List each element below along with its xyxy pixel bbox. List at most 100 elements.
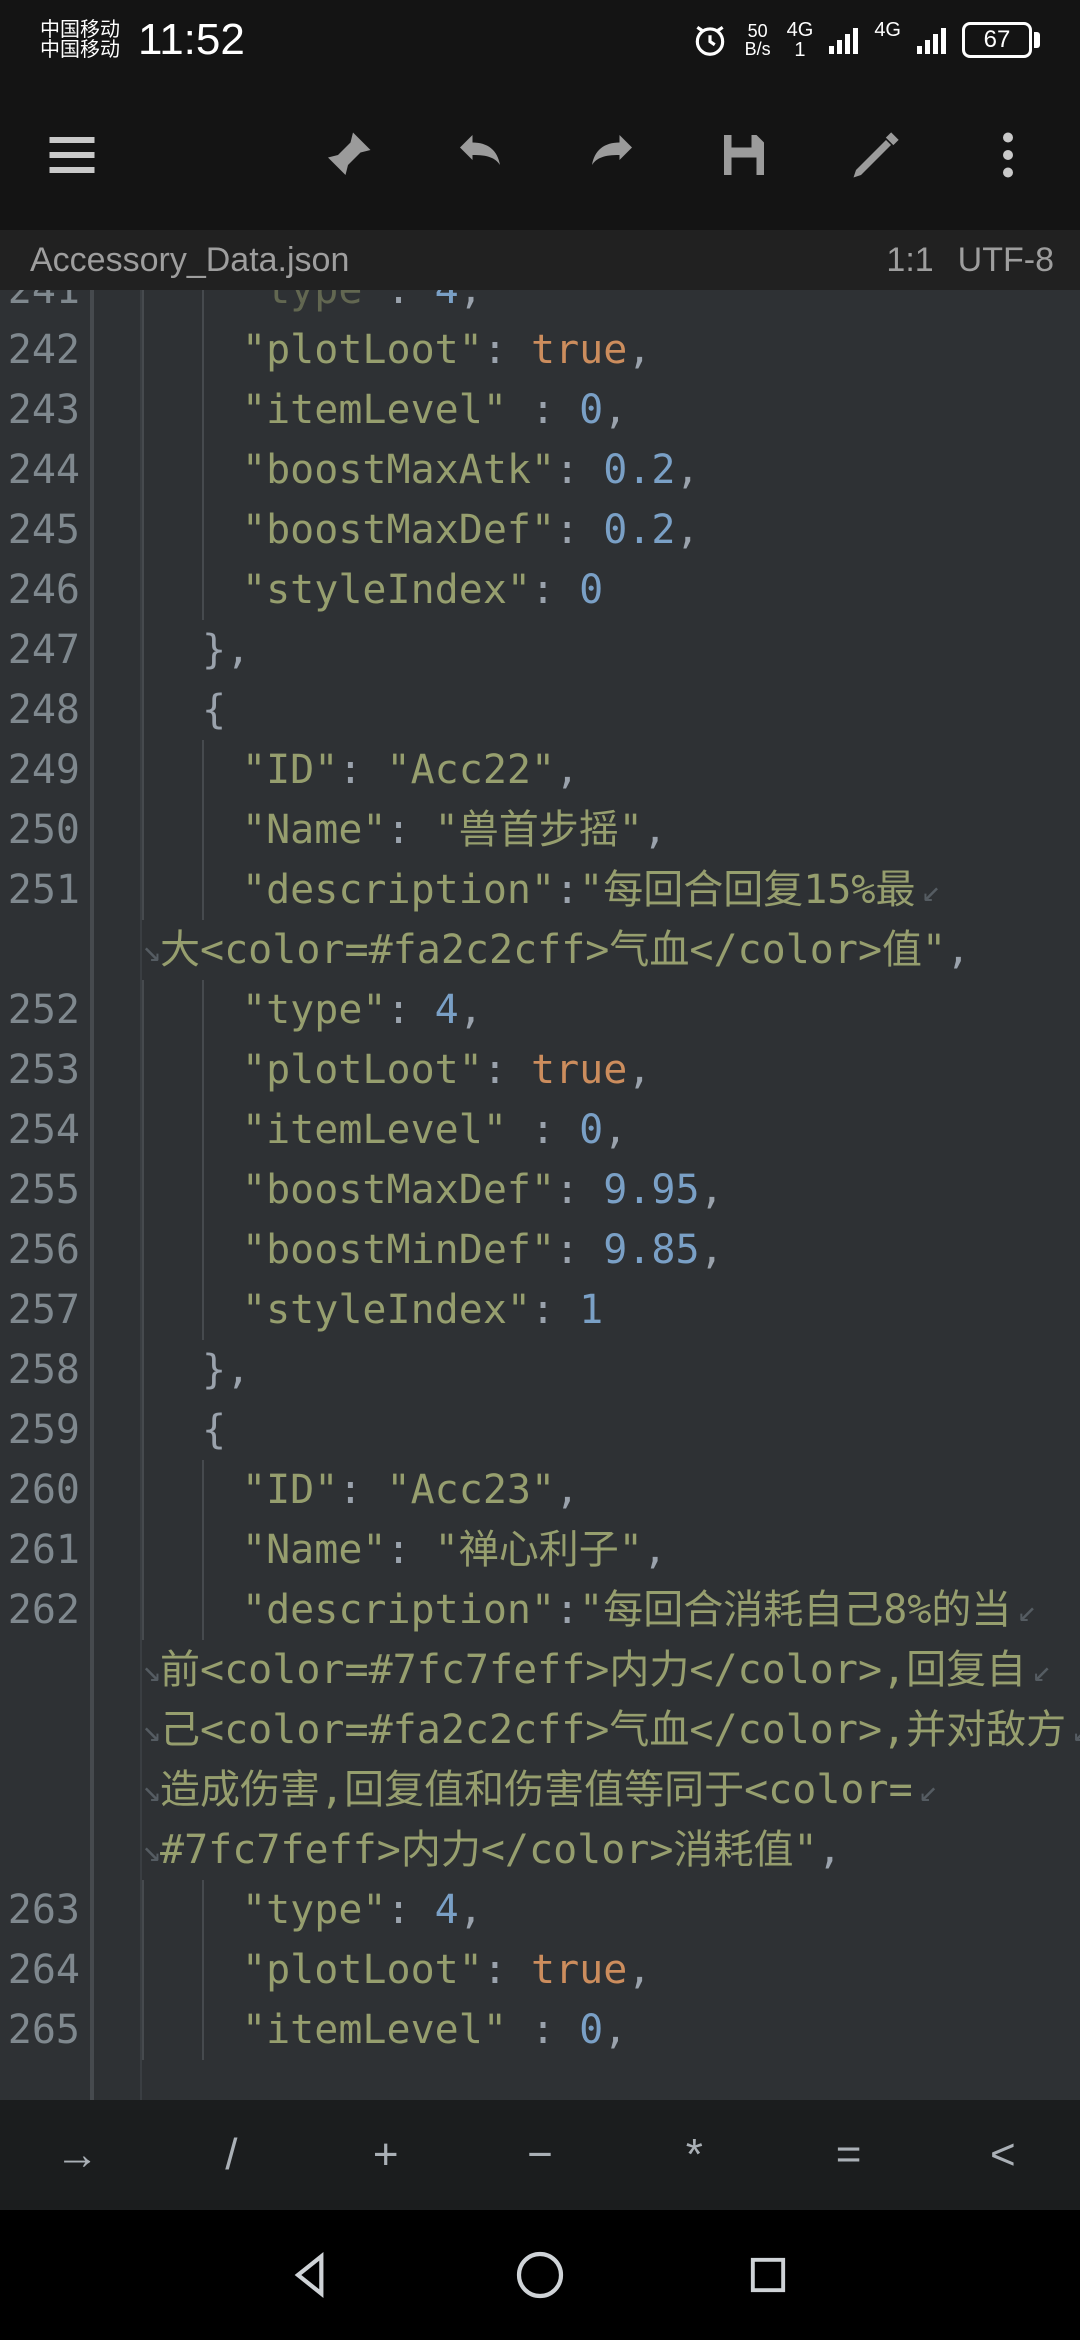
- code-line[interactable]: ↘前<color=#7fc7feff>内力</color>,回复自↙: [142, 1640, 1080, 1700]
- code-line[interactable]: "type": 4,: [142, 1880, 1080, 1940]
- code-line[interactable]: "itemLevel" : 0,: [142, 380, 1080, 440]
- battery-icon: 67: [962, 22, 1040, 58]
- symbol-slash[interactable]: /: [154, 2130, 308, 2180]
- line-number: 256: [0, 1220, 90, 1280]
- edit-button[interactable]: [840, 119, 912, 191]
- android-nav-bar: [0, 2210, 1080, 2340]
- code-line[interactable]: "boostMinDef": 9.85,: [142, 1220, 1080, 1280]
- line-number: 249: [0, 740, 90, 800]
- code-editor[interactable]: 2412422432442452462472482492502512522532…: [0, 290, 1080, 2100]
- code-line[interactable]: },: [142, 620, 1080, 680]
- net-speed-unit: B/s: [745, 40, 771, 58]
- nav-recent-button[interactable]: [732, 2239, 804, 2311]
- code-line[interactable]: "ID": "Acc22",: [142, 740, 1080, 800]
- line-number: 250: [0, 800, 90, 860]
- line-number: 264: [0, 1940, 90, 2000]
- line-number: 245: [0, 500, 90, 560]
- symbol-tab[interactable]: →: [0, 2130, 154, 2180]
- line-number: [0, 1700, 90, 1760]
- net-speed: 50 B/s: [745, 22, 771, 58]
- line-number: 261: [0, 1520, 90, 1580]
- code-line[interactable]: "boostMaxAtk": 0.2,: [142, 440, 1080, 500]
- status-bar: 中国移动 中国移动 11:52 50 B/s 4G 1 4G . 67: [0, 0, 1080, 80]
- line-number: 263: [0, 1880, 90, 1940]
- encoding-label: UTF-8: [958, 241, 1054, 280]
- code-line[interactable]: "ID": "Acc23",: [142, 1460, 1080, 1520]
- line-number: 243: [0, 380, 90, 440]
- line-number: [0, 1760, 90, 1820]
- code-line[interactable]: "styleIndex": 1: [142, 1280, 1080, 1340]
- net2-gen: 4G: [874, 20, 901, 40]
- code-line[interactable]: ↘己<color=#fa2c2cff>气血</color>,并对敌方↙: [142, 1700, 1080, 1760]
- save-button[interactable]: [708, 119, 780, 191]
- symbol-lt[interactable]: <: [926, 2130, 1080, 2180]
- line-number: 244: [0, 440, 90, 500]
- code-line[interactable]: "plotLoot": true,: [142, 1940, 1080, 2000]
- pin-button[interactable]: [312, 119, 384, 191]
- carrier-2: 中国移动: [40, 40, 120, 60]
- symbol-star[interactable]: *: [617, 2130, 771, 2180]
- symbol-plus[interactable]: +: [309, 2130, 463, 2180]
- status-right: 50 B/s 4G 1 4G . 67: [691, 20, 1040, 60]
- line-number: [0, 920, 90, 980]
- line-number: 242: [0, 320, 90, 380]
- cursor-position: 1:1: [886, 241, 933, 280]
- code-line[interactable]: "boostMaxDef": 0.2,: [142, 500, 1080, 560]
- line-number: [0, 1640, 90, 1700]
- code-line[interactable]: "plotLoot": true,: [142, 1040, 1080, 1100]
- symbol-equals[interactable]: =: [771, 2130, 925, 2180]
- code-line[interactable]: "itemLevel" : 0,: [142, 1100, 1080, 1160]
- code-line[interactable]: ↘大<color=#fa2c2cff>气血</color>值",: [142, 920, 1080, 980]
- net1-sub: 1: [794, 40, 805, 60]
- alarm-icon: [691, 21, 729, 59]
- line-number: 246: [0, 560, 90, 620]
- code-line[interactable]: "description":"每回合消耗自己8%的当↙: [142, 1580, 1080, 1640]
- symbol-shortcut-row: → / + − * = <: [0, 2100, 1080, 2210]
- net1-gen: 4G: [787, 20, 814, 40]
- line-number: 253: [0, 1040, 90, 1100]
- symbol-minus[interactable]: −: [463, 2130, 617, 2180]
- code-line[interactable]: "description":"每回合回复15%最↙: [142, 860, 1080, 920]
- net-speed-value: 50: [748, 22, 768, 40]
- code-line[interactable]: },: [142, 1340, 1080, 1400]
- code-line[interactable]: "boostMaxDef": 9.95,: [142, 1160, 1080, 1220]
- line-number: 258: [0, 1340, 90, 1400]
- undo-button[interactable]: [444, 119, 516, 191]
- code-line[interactable]: {: [142, 680, 1080, 740]
- fold-strip: [94, 290, 142, 2100]
- clock: 11:52: [138, 15, 245, 65]
- net-indicator-1: 4G 1: [787, 20, 814, 60]
- filename-label: Accessory_Data.json: [30, 241, 349, 280]
- line-number: 257: [0, 1280, 90, 1340]
- code-line[interactable]: ↘造成伤害,回复值和伤害值等同于<color=↙: [142, 1760, 1080, 1820]
- code-area[interactable]: "type": 4,"plotLoot": true,"itemLevel" :…: [142, 290, 1080, 2100]
- app-toolbar: [0, 80, 1080, 230]
- signal-bars-1: [829, 26, 858, 54]
- line-number: 259: [0, 1400, 90, 1460]
- line-number: [0, 1820, 90, 1880]
- code-line[interactable]: "itemLevel" : 0,: [142, 2000, 1080, 2060]
- status-left: 中国移动 中国移动 11:52: [40, 15, 245, 65]
- overflow-button[interactable]: [972, 119, 1044, 191]
- code-line[interactable]: {: [142, 1400, 1080, 1460]
- redo-button[interactable]: [576, 119, 648, 191]
- nav-back-button[interactable]: [276, 2239, 348, 2311]
- menu-button[interactable]: [36, 119, 108, 191]
- code-line[interactable]: "plotLoot": true,: [142, 320, 1080, 380]
- net-indicator-2: 4G .: [874, 20, 901, 60]
- line-number-gutter: 2412422432442452462472482492502512522532…: [0, 290, 94, 2100]
- signal-bars-2: [917, 26, 946, 54]
- battery-pct: 67: [984, 26, 1011, 54]
- code-line[interactable]: ↘#7fc7feff>内力</color>消耗值",: [142, 1820, 1080, 1880]
- carrier-1: 中国移动: [40, 20, 120, 40]
- line-number: 262: [0, 1580, 90, 1640]
- carrier-labels: 中国移动 中国移动: [40, 20, 120, 60]
- nav-home-button[interactable]: [504, 2239, 576, 2311]
- code-line[interactable]: "styleIndex": 0: [142, 560, 1080, 620]
- line-number: 254: [0, 1100, 90, 1160]
- code-line[interactable]: "Name": "禅心利子",: [142, 1520, 1080, 1580]
- line-number: 248: [0, 680, 90, 740]
- line-number: 265: [0, 2000, 90, 2060]
- code-line[interactable]: "Name": "兽首步摇",: [142, 800, 1080, 860]
- code-line[interactable]: "type": 4,: [142, 980, 1080, 1040]
